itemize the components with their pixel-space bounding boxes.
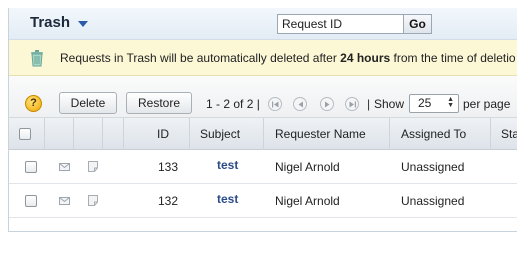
subject-link[interactable]: test [217, 150, 238, 184]
per-page-value: 25 [418, 96, 432, 110]
restore-button[interactable]: Restore [126, 92, 192, 114]
chevron-down-icon[interactable] [78, 21, 88, 27]
column-header-assigned[interactable]: Assigned To [390, 118, 491, 150]
column-header-icon3 [103, 118, 124, 150]
last-page-icon[interactable] [345, 97, 359, 111]
table-header: ID Subject Requester Name Assigned To St… [9, 118, 517, 150]
request-id: 132 [158, 194, 179, 208]
select-arrows-icon: ▲ ▼ [447, 96, 454, 109]
search-input[interactable] [277, 14, 404, 34]
column-header-requester[interactable]: Requester Name [264, 118, 390, 150]
request-id: 133 [158, 160, 179, 174]
mail-icon [59, 197, 70, 205]
column-header-icon2 [74, 118, 103, 150]
column-header-status[interactable]: Sta [491, 118, 517, 150]
row-checkbox[interactable] [25, 195, 37, 207]
toolbar: ? Delete Restore 1 - 2 of 2 | | Show 25 … [9, 76, 517, 118]
table-row[interactable]: 132 test Nigel Arnold Unassigned [9, 184, 517, 218]
note-icon [88, 161, 98, 172]
table-row[interactable]: 133 test Nigel Arnold Unassigned [9, 150, 517, 184]
pager-separator: | [367, 97, 371, 111]
first-page-icon[interactable] [268, 97, 282, 111]
assigned-to: Unassigned [401, 194, 465, 208]
subject-link[interactable]: test [217, 184, 238, 218]
assigned-to: Unassigned [401, 160, 465, 174]
delete-button[interactable]: Delete [59, 92, 117, 114]
notice-text: Requests in Trash will be automatically … [60, 51, 516, 65]
column-header-icon1 [45, 118, 74, 150]
column-header-id[interactable]: ID [124, 118, 190, 150]
requester-name: Nigel Arnold [275, 194, 340, 208]
per-page-select[interactable]: 25 ▲ ▼ [409, 94, 459, 113]
page-title: Trash [30, 14, 71, 31]
trash-notice-bar: Requests in Trash will be automatically … [9, 40, 517, 76]
panel-header: Trash Go [9, 8, 517, 40]
select-all-column [9, 118, 45, 150]
requester-name: Nigel Arnold [275, 160, 340, 174]
per-page-label: per page [463, 97, 511, 111]
prev-page-icon[interactable] [293, 97, 307, 111]
show-label: Show [374, 97, 405, 111]
next-page-icon[interactable] [320, 97, 334, 111]
help-icon[interactable]: ? [25, 95, 42, 112]
trash-can-icon [31, 50, 43, 67]
notice-duration: 24 hours [340, 51, 391, 65]
row-checkbox[interactable] [25, 161, 37, 173]
go-button[interactable]: Go [404, 14, 432, 34]
pager-range: 1 - 2 of 2 | [206, 97, 260, 111]
mail-icon [59, 163, 70, 171]
select-all-checkbox[interactable] [19, 128, 31, 140]
column-header-subject[interactable]: Subject [190, 118, 264, 150]
note-icon [88, 195, 98, 206]
trash-panel: Trash Go Requests in Trash will be autom… [8, 8, 517, 232]
